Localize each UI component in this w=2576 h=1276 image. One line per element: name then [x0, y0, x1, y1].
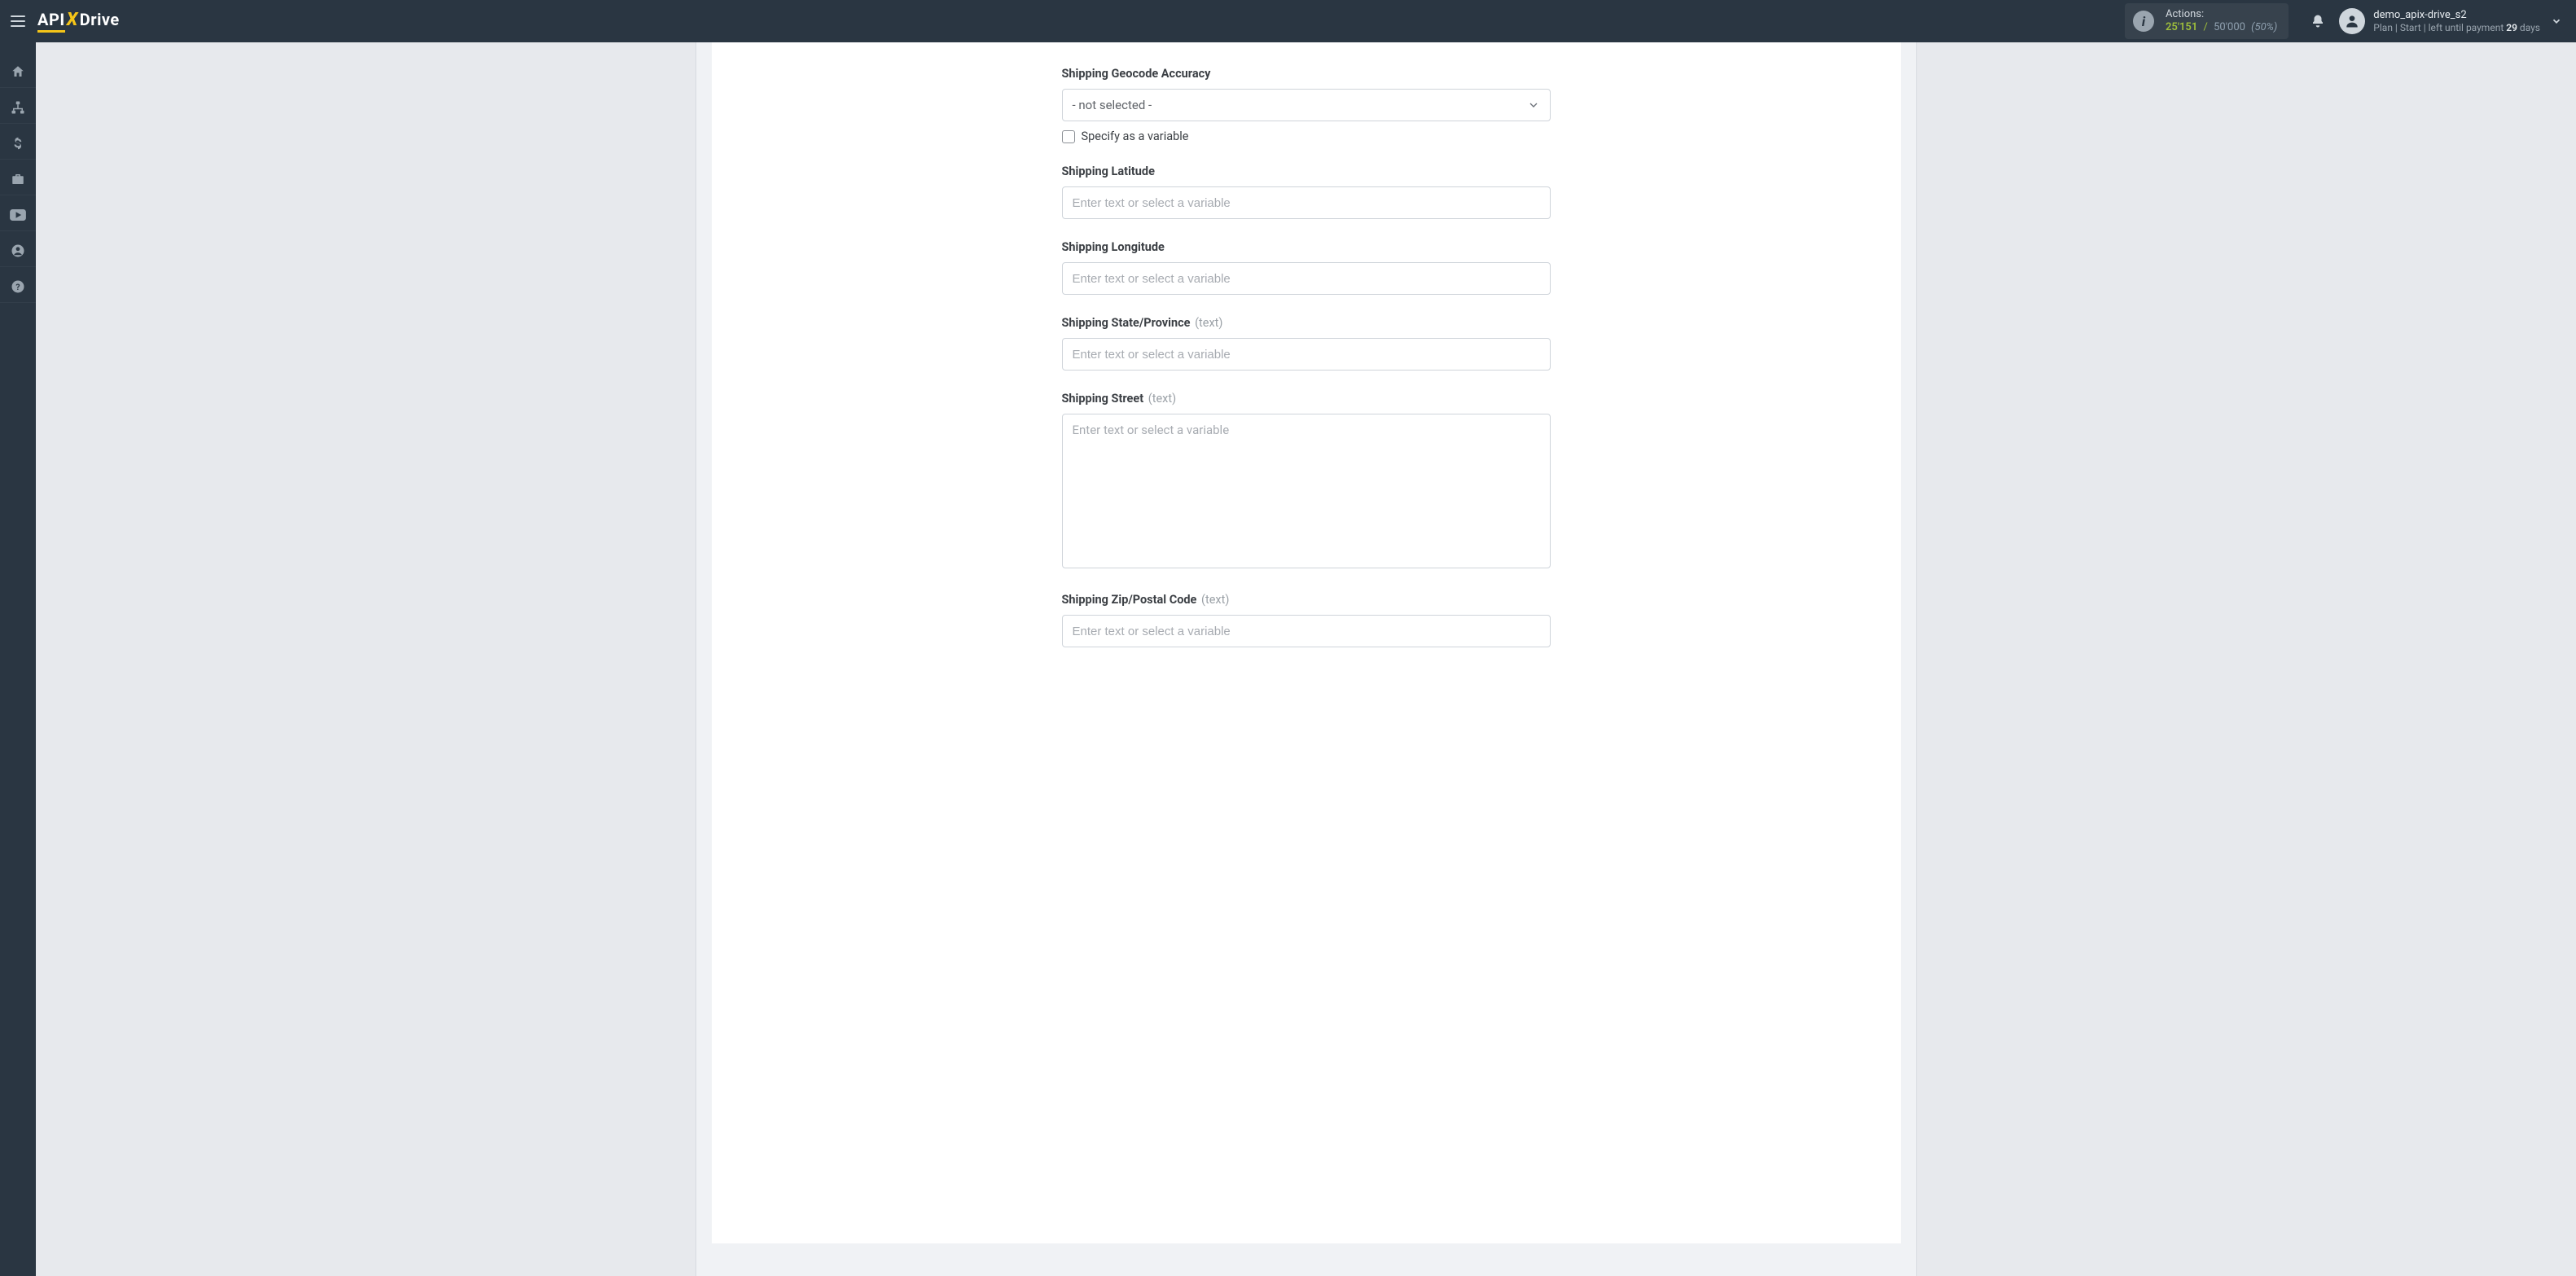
actions-pill[interactable]: i Actions: 25'151 / 50'000 (50%) — [2125, 3, 2289, 40]
nav-home-icon[interactable] — [0, 55, 36, 88]
checkbox-specify-variable[interactable]: Specify as a variable — [1062, 129, 1551, 143]
textarea-street[interactable] — [1062, 414, 1551, 568]
field-state: Shipping State/Province (text) — [1062, 316, 1551, 371]
select-geocode-value: - not selected - — [1073, 98, 1152, 112]
user-plan: Plan | Start | left until payment 29 day… — [2373, 22, 2540, 33]
field-longitude: Shipping Longitude — [1062, 240, 1551, 295]
actions-slash: / — [2204, 21, 2208, 33]
form: Shipping Geocode Accuracy - not selected… — [1062, 67, 1551, 1211]
left-rail: ? — [0, 42, 36, 1276]
nav-youtube-icon[interactable] — [0, 199, 36, 231]
field-zip: Shipping Zip/Postal Code (text) — [1062, 593, 1551, 647]
checkbox-box — [1062, 130, 1075, 143]
input-zip[interactable] — [1062, 615, 1551, 647]
actions-used: 25'151 — [2166, 21, 2197, 33]
input-state[interactable] — [1062, 338, 1551, 371]
chevron-down-icon — [1527, 99, 1540, 112]
nav-connections-icon[interactable] — [0, 91, 36, 124]
field-label-geocode: Shipping Geocode Accuracy — [1062, 67, 1551, 81]
field-latitude: Shipping Latitude — [1062, 164, 1551, 219]
menu-toggle[interactable] — [7, 10, 29, 33]
field-geocode: Shipping Geocode Accuracy - not selected… — [1062, 67, 1551, 143]
field-label-state: Shipping State/Province (text) — [1062, 316, 1551, 330]
svg-text:?: ? — [15, 281, 20, 292]
notifications-icon[interactable] — [2303, 7, 2332, 36]
checkbox-label: Specify as a variable — [1082, 129, 1189, 143]
avatar-icon — [2339, 8, 2365, 34]
user-text: demo_apix-drive_s2 Plan | Start | left u… — [2373, 9, 2540, 33]
select-geocode[interactable]: - not selected - — [1062, 89, 1551, 121]
field-label-longitude: Shipping Longitude — [1062, 240, 1551, 254]
outer-panel: Shipping Geocode Accuracy - not selected… — [696, 42, 1917, 1276]
user-block[interactable]: demo_apix-drive_s2 Plan | Start | left u… — [2339, 8, 2540, 34]
info-icon: i — [2133, 11, 2154, 32]
nav-billing-icon[interactable] — [0, 127, 36, 160]
logo-part-api: API — [37, 10, 65, 33]
nav-briefcase-icon[interactable] — [0, 163, 36, 195]
actions-percent: (50%) — [2251, 21, 2277, 33]
user-menu-chevron-icon[interactable] — [2545, 10, 2568, 33]
nav-profile-icon[interactable] — [0, 235, 36, 267]
page-scroll[interactable]: Shipping Geocode Accuracy - not selected… — [36, 42, 2576, 1276]
form-card: Shipping Geocode Accuracy - not selected… — [712, 42, 1901, 1243]
field-label-street: Shipping Street (text) — [1062, 392, 1551, 406]
topbar: API X Drive i Actions: 25'151 / 50'000 (… — [0, 0, 2576, 42]
actions-text: Actions: 25'151 / 50'000 (50%) — [2166, 8, 2277, 35]
logo-part-x: X — [67, 10, 78, 30]
logo[interactable]: API X Drive — [37, 10, 120, 33]
input-latitude[interactable] — [1062, 186, 1551, 219]
actions-limit: 50'000 — [2214, 21, 2245, 33]
input-longitude[interactable] — [1062, 262, 1551, 295]
field-label-zip: Shipping Zip/Postal Code (text) — [1062, 593, 1551, 607]
field-street: Shipping Street (text) — [1062, 392, 1551, 572]
user-name: demo_apix-drive_s2 — [2373, 9, 2540, 22]
field-label-latitude: Shipping Latitude — [1062, 164, 1551, 178]
actions-label: Actions: — [2166, 8, 2277, 21]
nav-help-icon[interactable]: ? — [0, 270, 36, 303]
logo-part-drive: Drive — [80, 10, 120, 29]
